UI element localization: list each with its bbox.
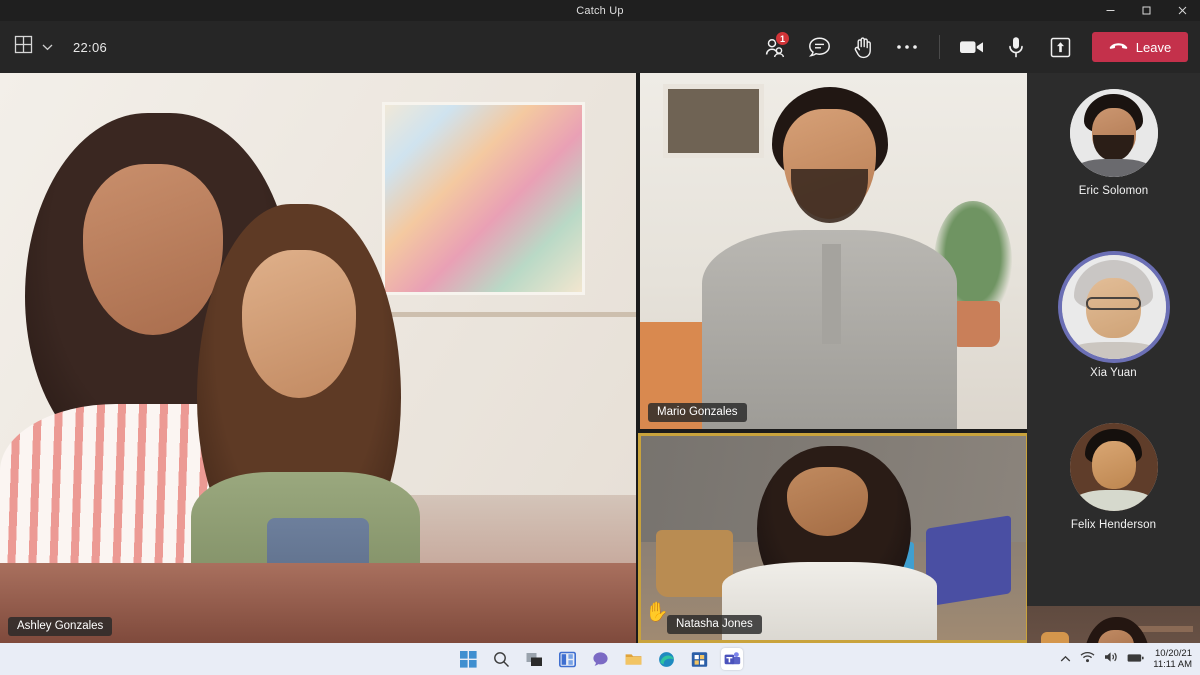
start-button[interactable] [457,648,479,670]
chevron-down-icon[interactable] [42,38,53,56]
edge-button[interactable] [655,648,677,670]
video-tile-natasha-jones[interactable]: ✋ Natasha Jones [638,433,1029,643]
wifi-icon[interactable] [1080,650,1095,668]
teams-meeting-window: Catch Up 22: [0,0,1200,675]
chat-button[interactable] [797,26,841,68]
taskbar-app-group [457,648,743,670]
taskbar-clock[interactable]: 10/20/21 11:11 AM [1153,648,1192,670]
leave-label: Leave [1136,40,1171,55]
system-tray: 10/20/21 11:11 AM [1060,643,1192,675]
meeting-toolbar: 22:06 1 [0,21,1200,73]
people-button[interactable]: 1 [753,26,797,68]
toolbar-left-group: 22:06 [0,35,107,59]
avatar [1070,423,1158,511]
raise-hand-button[interactable] [841,26,885,68]
avatar [1062,255,1166,359]
camera-button[interactable] [950,26,994,68]
rail-participant-xia-yuan[interactable]: Xia Yuan [1027,255,1200,379]
hangup-phone-icon [1109,42,1128,53]
toolbar-right-group: 1 [753,21,1188,73]
minimize-button[interactable] [1092,0,1128,21]
rail-participant-name: Eric Solomon [1027,185,1200,197]
battery-icon[interactable] [1127,650,1144,668]
rail-participant-name: Xia Yuan [1027,367,1200,379]
close-button[interactable] [1164,0,1200,21]
video-tile-mario-gonzales[interactable]: Mario Gonzales [640,73,1027,429]
microsoft-teams-button[interactable] [721,648,743,670]
grid-view-icon[interactable] [14,35,33,59]
search-button[interactable] [490,648,512,670]
chevron-up-icon[interactable] [1060,650,1071,668]
microphone-button[interactable] [994,26,1038,68]
more-options-button[interactable] [885,26,929,68]
participant-name-badge: Natasha Jones [667,615,762,634]
avatar [1070,89,1158,177]
video-feed [641,436,1026,640]
rail-participant-felix-henderson[interactable]: Felix Henderson [1027,423,1200,531]
chat-button[interactable] [589,648,611,670]
video-tile-ashley-gonzales[interactable]: Ashley Gonzales [0,73,636,643]
taskbar-date: 10/20/21 [1153,648,1192,659]
maximize-button[interactable] [1128,0,1164,21]
store-button[interactable] [688,648,710,670]
rail-participant-eric-solomon[interactable]: Eric Solomon [1027,89,1200,197]
participant-rail: Eric Solomon Xia Yuan Felix Henderson [1027,73,1200,643]
file-explorer-button[interactable] [622,648,644,670]
toolbar-divider [939,35,940,59]
window-controls [1092,0,1200,21]
share-screen-button[interactable] [1038,26,1082,68]
people-count-badge: 1 [775,31,790,46]
leave-button[interactable]: Leave [1092,32,1188,62]
video-feed [0,73,636,643]
window-title: Catch Up [576,5,623,17]
meeting-timer: 22:06 [73,40,107,55]
taskbar-time: 11:11 AM [1153,659,1192,670]
participant-name-badge: Mario Gonzales [648,403,747,422]
speaker-icon[interactable] [1104,650,1118,668]
video-stage: Ashley Gonzales Mario Gonzales ✋ Nat [0,73,1200,643]
participant-name-badge: Ashley Gonzales [8,617,112,636]
widgets-button[interactable] [556,648,578,670]
video-feed [640,73,1027,429]
windows-taskbar: 10/20/21 11:11 AM [0,643,1200,675]
rail-participant-name: Felix Henderson [1027,519,1200,531]
title-bar: Catch Up [0,0,1200,21]
raised-hand-icon: ✋ [645,603,669,622]
task-view-button[interactable] [523,648,545,670]
